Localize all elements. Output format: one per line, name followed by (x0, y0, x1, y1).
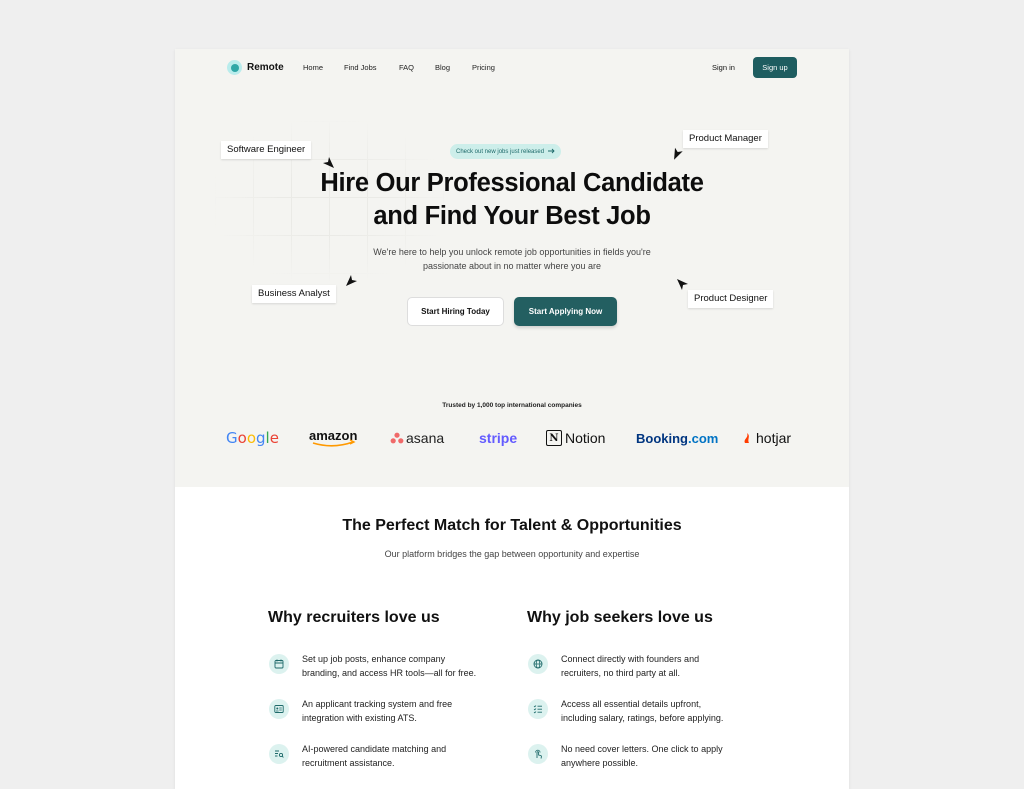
stripe-name: stripe (479, 430, 518, 446)
hotjar-flame-icon (744, 433, 749, 443)
asana-dots-icon (390, 432, 404, 444)
tag-product-manager: Product Manager (683, 130, 768, 148)
feature-line: branding, and access HR tools—all for fr… (302, 668, 477, 678)
landing-page: Remote Home Find Jobs FAQ Blog Pricing S… (175, 49, 849, 789)
trusted-label: Trusted by 1,000 top international compa… (442, 402, 582, 409)
nav-link-faq[interactable]: FAQ (399, 63, 435, 72)
cursor-arrow-icon (677, 279, 688, 290)
hero-section: Remote Home Find Jobs FAQ Blog Pricing S… (175, 49, 849, 487)
stripe-logo: stripe (479, 427, 517, 449)
match-section-title: The Perfect Match for Talent & Opportuni… (342, 517, 682, 534)
asana-name: asana (406, 430, 445, 446)
hero-headline-line1: Hire Our Professional Candidate (320, 169, 704, 197)
calendar-icon (269, 654, 289, 674)
feature-line: anywhere possible. (561, 758, 639, 768)
company-logos: Google amazon asana stripe N Notion Book… (226, 427, 798, 449)
match-section-subtitle: Our platform bridges the gap between opp… (384, 549, 640, 559)
recruiters-title: Why recruiters love us (268, 609, 440, 626)
google-letter: e (270, 429, 279, 447)
cursor-arrow-icon (674, 147, 683, 160)
cursor-arrow-icon (346, 275, 357, 286)
cursor-arrow-icon (323, 157, 334, 168)
tag-software-engineer: Software Engineer (221, 141, 312, 159)
hero-subtitle-line2: passionate about in no matter where you … (422, 261, 602, 271)
feature-line: Connect directly with founders and (561, 654, 700, 664)
hero-subtitle: We're here to help you unlock remote job… (175, 245, 849, 273)
notion-logo: N Notion (546, 427, 605, 449)
feature-line: An applicant tracking system and free (302, 699, 453, 709)
hotjar-logo: hotjar (743, 427, 791, 449)
feature-line: recruiters, no third party at all. (561, 668, 681, 678)
feature-line: integration with existing ATS. (302, 713, 417, 723)
google-letter: g (256, 429, 266, 447)
arrow-right-icon (548, 148, 555, 156)
feature-line: Access all essential details upfront, (561, 699, 702, 709)
main-nav: Home Find Jobs FAQ Blog Pricing (303, 63, 512, 72)
seekers-title: Why job seekers love us (527, 609, 713, 626)
search-list-icon (269, 744, 289, 764)
hero-headline-line2: and Find Your Best Job (373, 202, 651, 230)
hero-headline: Hire Our Professional Candidate and Find… (175, 167, 849, 233)
google-logo: Google (226, 427, 282, 449)
asana-logo: asana (390, 427, 444, 449)
notion-n-icon: N (546, 430, 562, 446)
google-letter: G (226, 429, 238, 447)
notion-name: Notion (565, 430, 606, 446)
nav-link-pricing[interactable]: Pricing (472, 63, 512, 72)
brand-name: Remote (247, 62, 284, 73)
start-applying-button[interactable]: Start Applying Now (514, 297, 617, 326)
brand-logo[interactable]: Remote (227, 60, 284, 75)
brand-mark-icon (227, 60, 242, 75)
svg-text:Google: Google (226, 429, 279, 447)
seeker-feature: Access all essential details upfront, inc… (528, 697, 761, 725)
feature-line: No need cover letters. One click to appl… (561, 744, 723, 754)
nav-link-home[interactable]: Home (303, 63, 344, 72)
tag-product-designer: Product Designer (688, 290, 774, 308)
start-hiring-button[interactable]: Start Hiring Today (407, 297, 504, 326)
signin-link[interactable]: Sign in (712, 63, 735, 72)
booking-logo: Booking .com (636, 427, 718, 449)
announcement-pill[interactable]: Check out new jobs just released (450, 144, 562, 159)
google-letter: o (247, 429, 256, 447)
feature-line: AI-powered candidate matching and (302, 744, 447, 754)
tap-icon (528, 744, 548, 764)
google-wordmark: Google (226, 429, 279, 447)
feature-line: including salary, ratings, before applyi… (561, 713, 724, 723)
recruiter-feature: Set up job posts, enhance company brandin… (269, 652, 497, 680)
seeker-feature: Connect directly with founders and recrui… (528, 652, 761, 680)
checklist-icon (528, 699, 548, 719)
amazon-logo: amazon (309, 427, 365, 449)
hero-subtitle-line1: We're here to help you unlock remote job… (373, 247, 651, 257)
hotjar-name: hotjar (756, 430, 792, 446)
announcement-text: Check out new jobs just released (456, 148, 545, 155)
recruiter-feature: AI-powered candidate matching and recruit… (269, 742, 497, 770)
recruiter-feature: An applicant tracking system and free int… (269, 697, 497, 725)
id-card-icon (269, 699, 289, 719)
booking-domain: .com (688, 430, 719, 446)
feature-line: recruitment assistance. (302, 758, 395, 768)
feature-line: Set up job posts, enhance company (302, 654, 446, 664)
seeker-feature: No need cover letters. One click to appl… (528, 742, 761, 770)
booking-name: Booking (636, 430, 688, 446)
google-letter: o (238, 429, 247, 447)
globe-icon (528, 654, 548, 674)
amazon-wordmark: amazon (309, 428, 357, 447)
tag-business-analyst: Business Analyst (252, 285, 336, 303)
nav-link-blog[interactable]: Blog (435, 63, 472, 72)
signup-button[interactable]: Sign up (753, 57, 797, 78)
nav-link-find-jobs[interactable]: Find Jobs (344, 63, 399, 72)
